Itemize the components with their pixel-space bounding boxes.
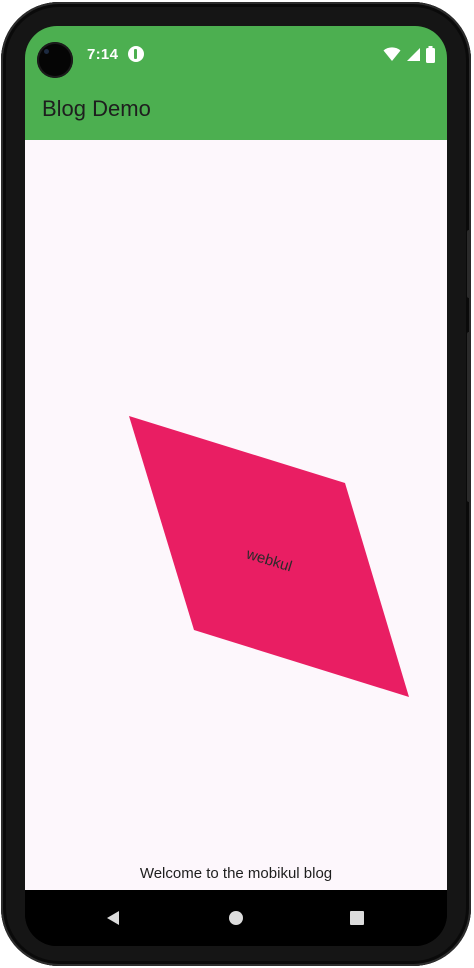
status-time: 7:14 (87, 46, 119, 63)
wifi-icon (383, 47, 401, 61)
signal-icon (407, 47, 420, 61)
home-button[interactable] (206, 890, 266, 946)
recents-button[interactable] (327, 890, 387, 946)
camera-cutout (37, 42, 73, 78)
app-title: Blog Demo (42, 96, 151, 121)
battery-icon (426, 45, 435, 63)
notification-icon (128, 46, 144, 62)
status-bar: 7:14 (25, 26, 447, 78)
recents-icon (350, 911, 364, 925)
screen: 7:14 Blog Demo webkul Welcome to the mob… (25, 26, 447, 946)
home-icon (229, 911, 243, 925)
back-button[interactable] (83, 890, 143, 946)
power-button (467, 230, 471, 298)
phone-frame: 7:14 Blog Demo webkul Welcome to the mob… (1, 2, 471, 966)
app-bar: Blog Demo (25, 78, 447, 140)
status-icons (383, 45, 435, 63)
back-icon (107, 911, 119, 925)
welcome-text: Welcome to the mobikul blog (139, 865, 333, 882)
shape-canvas: webkul (129, 416, 409, 697)
content-area: webkul Welcome to the mobikul blog (25, 140, 447, 890)
volume-button (467, 332, 471, 502)
navigation-bar (25, 890, 447, 946)
